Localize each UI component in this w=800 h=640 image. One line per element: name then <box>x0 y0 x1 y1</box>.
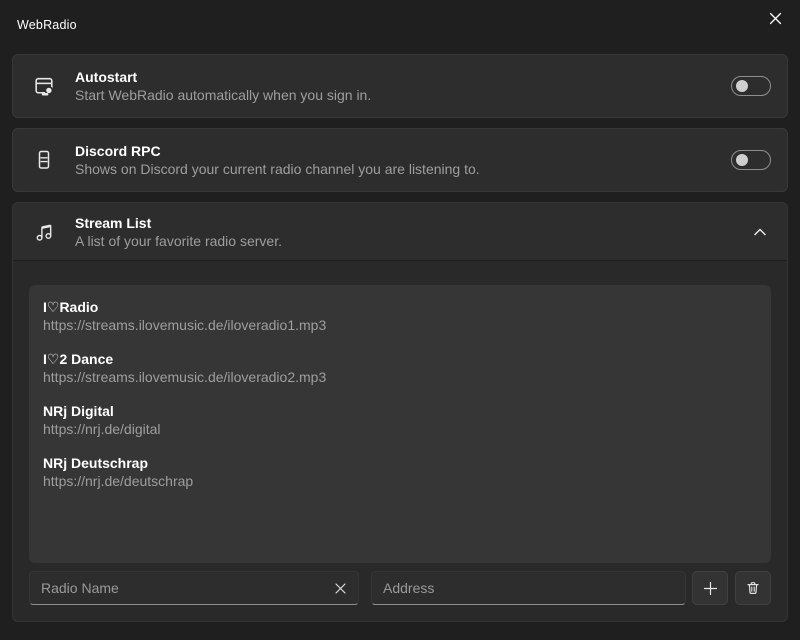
address-input[interactable] <box>371 571 686 605</box>
delete-station-button[interactable] <box>735 571 771 605</box>
plus-icon <box>703 581 718 596</box>
discord-rpc-toggle[interactable] <box>731 150 771 170</box>
station-url: https://streams.ilovemusic.de/iloveradio… <box>43 316 757 334</box>
radio-name-input[interactable] <box>29 571 359 605</box>
station-editor-row <box>29 571 771 605</box>
stream-list-title: Stream List <box>75 214 733 232</box>
station-list[interactable]: I♡Radio https://streams.ilovemusic.de/il… <box>29 285 771 563</box>
station-url: https://streams.ilovemusic.de/iloveradio… <box>43 368 757 386</box>
stream-list-header[interactable]: Stream List A list of your favorite radi… <box>13 203 787 261</box>
autostart-text: Autostart Start WebRadio automatically w… <box>75 68 731 104</box>
card-autostart: Autostart Start WebRadio automatically w… <box>12 54 788 118</box>
window-title: WebRadio <box>17 18 77 32</box>
server-icon <box>13 148 75 172</box>
station-item[interactable]: NRj Digital https://nrj.de/digital <box>43 402 757 438</box>
station-name: NRj Deutschrap <box>43 454 757 472</box>
station-url: https://nrj.de/digital <box>43 420 757 438</box>
close-icon <box>769 12 782 25</box>
stream-list-content: I♡Radio https://streams.ilovemusic.de/il… <box>13 261 787 621</box>
autostart-title: Autostart <box>75 68 731 86</box>
trash-icon <box>745 580 761 596</box>
chevron-up-icon <box>753 227 767 237</box>
station-name: I♡2 Dance <box>43 350 757 368</box>
toggle-knob <box>736 154 748 166</box>
close-button[interactable] <box>760 4 790 32</box>
autostart-description: Start WebRadio automatically when you si… <box>75 86 731 104</box>
discord-rpc-text: Discord RPC Shows on Discord your curren… <box>75 142 731 178</box>
music-notes-icon <box>13 220 75 244</box>
card-discord-rpc: Discord RPC Shows on Discord your curren… <box>12 128 788 192</box>
station-item[interactable]: NRj Deutschrap https://nrj.de/deutschrap <box>43 454 757 490</box>
stream-list-description: A list of your favorite radio server. <box>75 232 733 250</box>
toggle-knob <box>736 80 748 92</box>
station-item[interactable]: I♡2 Dance https://streams.ilovemusic.de/… <box>43 350 757 386</box>
autostart-toggle[interactable] <box>731 76 771 96</box>
stream-list-text: Stream List A list of your favorite radi… <box>75 214 733 250</box>
add-station-button[interactable] <box>692 571 728 605</box>
station-name: I♡Radio <box>43 298 757 316</box>
station-item[interactable]: I♡Radio https://streams.ilovemusic.de/il… <box>43 298 757 334</box>
settings-page: Autostart Start WebRadio automatically w… <box>0 46 800 622</box>
app-window-user-icon <box>13 74 75 99</box>
titlebar: WebRadio <box>0 0 800 46</box>
stream-list-expander: Stream List A list of your favorite radi… <box>12 202 788 622</box>
discord-rpc-description: Shows on Discord your current radio chan… <box>75 160 731 178</box>
station-name: NRj Digital <box>43 402 757 420</box>
collapse-button[interactable] <box>733 227 787 237</box>
clear-name-button[interactable] <box>327 576 353 600</box>
discord-rpc-title: Discord RPC <box>75 142 731 160</box>
station-url: https://nrj.de/deutschrap <box>43 472 757 490</box>
clear-x-icon <box>335 583 346 594</box>
